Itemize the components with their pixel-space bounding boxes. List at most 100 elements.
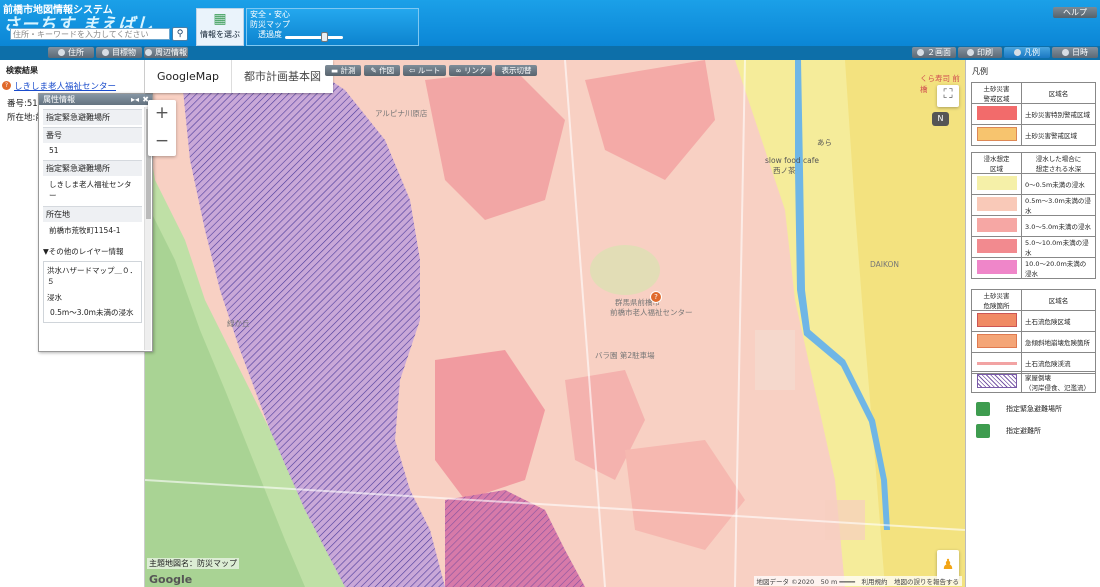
flood-row: 5.0～10.0m未満の浸水 xyxy=(1021,236,1096,258)
flood-legend-table: 浸水想定 区域 浸水した場合に 想定される水深 0～0.5m未満の浸水 0.5m～… xyxy=(971,152,1096,279)
measure-label: 計測 xyxy=(340,66,356,75)
compass-icon[interactable]: N xyxy=(932,112,949,126)
minimize-icon[interactable]: ▸◂ xyxy=(131,94,139,105)
map-canvas[interactable] xyxy=(145,60,965,587)
search-button[interactable]: ⚲ xyxy=(172,27,188,41)
route-button[interactable]: ⇦ ルート xyxy=(403,65,447,76)
layer-name: 洪水ハザードマップ＿０．５ xyxy=(47,266,137,286)
attribute-popup-title: 属性情報 xyxy=(43,95,75,104)
facility-type: 指定緊急避難場所 xyxy=(43,109,142,125)
other-layers-toggle[interactable]: ▼その他のレイヤー情報 xyxy=(43,246,142,257)
main-toolbar: 住所 目標物 周辺情報 ２画面 印刷 凡例 日時 xyxy=(0,46,1100,60)
label-number: 番号 xyxy=(43,127,142,143)
tab-city-plan-map[interactable]: 都市計画基本図 xyxy=(231,60,333,93)
link-icon: ∞ xyxy=(455,66,464,75)
print-button[interactable]: 印刷 xyxy=(958,47,1002,58)
landmark-label: 目標物 xyxy=(112,48,136,57)
map-view[interactable]: GoogleMap 都市計画基本図 ▬ 計測 ✎ 作図 ⇦ ルート ∞ リンク … xyxy=(145,60,965,587)
zoom-control: + − xyxy=(148,100,176,156)
tab-google-map[interactable]: GoogleMap xyxy=(145,60,231,93)
swatch-stream xyxy=(976,362,1017,365)
flood-header-1: 浸水想定 区域 xyxy=(971,152,1022,174)
nearby-label: 周辺情報 xyxy=(155,48,187,57)
fullscreen-button[interactable]: ⛶ xyxy=(937,85,959,107)
hazard-header-2: 区域名 xyxy=(1021,289,1096,311)
two-screen-button[interactable]: ２画面 xyxy=(912,47,956,58)
display-toggle-button[interactable]: 表示切替 xyxy=(495,65,538,76)
route-icon: ⇦ xyxy=(409,66,418,75)
link-label: リンク xyxy=(463,66,487,75)
hazard-legend-table: 土砂災害 危険箇所 区域名 土石流危険区域 急傾斜地崩壊危険箇所 土石流危険渓流 xyxy=(971,289,1096,374)
theme-map-name: 主題地図名：防災マップ xyxy=(147,558,239,569)
print-icon xyxy=(967,49,974,56)
nearby-info-button[interactable]: 周辺情報 xyxy=(144,47,188,58)
sediment-row-2: 土砂災害警戒区域 xyxy=(1021,124,1096,146)
search-input[interactable]: 住所・キーワードを入力してください xyxy=(10,28,170,40)
hazard-row: 土石流危険区域 xyxy=(1021,310,1096,332)
print-label: 印刷 xyxy=(977,48,993,57)
link-button[interactable]: ∞ リンク xyxy=(449,65,493,76)
map-label: slow food cafe xyxy=(765,156,820,165)
datetime-label: 日時 xyxy=(1072,48,1088,57)
map-label: 前橋市老人福祉センター xyxy=(610,308,693,317)
opacity-slider-track[interactable] xyxy=(285,36,343,39)
info-select-button[interactable]: ▦ 情報を選ぶ xyxy=(196,8,244,46)
sediment-header-2: 区域名 xyxy=(1021,82,1096,104)
map-label: DAIKON xyxy=(870,260,900,269)
address-search-button[interactable]: 住所 xyxy=(48,47,94,58)
draw-label: 作図 xyxy=(379,66,395,75)
evacuation-site-icon: ? xyxy=(2,81,11,90)
flood-row: 10.0～20.0m未満の浸水 xyxy=(1021,257,1096,279)
map-label: あら xyxy=(817,138,832,147)
swatch-flood-4 xyxy=(976,260,1017,274)
measure-button[interactable]: ▬ 計測 xyxy=(325,65,362,76)
map-label: バラ園 第2駐車場 xyxy=(595,351,655,360)
legend-toggle-label: 凡例 xyxy=(1024,48,1040,57)
attribute-info-popup[interactable]: 属性情報 ▸◂ ✖ 指定緊急避難場所 番号 51 指定緊急避難場所 しきしま老人… xyxy=(38,93,153,352)
theme-panel[interactable]: 安全・安心 防災マップ 透過度 xyxy=(246,8,419,46)
zoom-out-button[interactable]: − xyxy=(148,128,176,156)
house-collapse-label: 家屋倒壊 （河岸侵食、氾濫流） xyxy=(1021,371,1096,393)
result-link[interactable]: しきしま老人福祉センター xyxy=(14,80,116,92)
opacity-slider-handle[interactable] xyxy=(321,32,328,42)
map-tools: ▬ 計測 ✎ 作図 ⇦ ルート ∞ リンク 表示切替 xyxy=(325,65,538,77)
map-source-tabs: GoogleMap 都市計画基本図 xyxy=(145,60,334,93)
legend-toggle-button[interactable]: 凡例 xyxy=(1004,47,1050,58)
emergency-evacuation-label: 指定緊急避難場所 xyxy=(1006,405,1062,413)
hazard-header-1: 土砂災害 危険箇所 xyxy=(971,289,1022,311)
google-logo: Google xyxy=(149,573,193,586)
layer-info-box: 洪水ハザードマップ＿０．５ 浸水 0.5m～3.0m未満の浸水 xyxy=(43,261,142,323)
emergency-evacuation-icon xyxy=(976,402,990,416)
legend-icon xyxy=(1014,49,1021,56)
value-number: 51 xyxy=(49,146,59,155)
landmark-icon xyxy=(102,49,109,56)
address-icon xyxy=(58,49,65,56)
swatch-collapse xyxy=(976,374,1017,388)
collapse-legend-table: 家屋倒壊 （河岸侵食、氾濫流） xyxy=(971,371,1096,393)
datetime-button[interactable]: 日時 xyxy=(1052,47,1098,58)
landmark-search-button[interactable]: 目標物 xyxy=(96,47,142,58)
swatch-flood-0 xyxy=(976,176,1017,190)
draw-button[interactable]: ✎ 作図 xyxy=(364,65,401,76)
swatch-flood-2 xyxy=(976,218,1017,232)
label-flood: 浸水 xyxy=(47,293,62,302)
flood-header-2: 浸水した場合に 想定される水深 xyxy=(1021,152,1096,174)
sediment-header-1: 土砂災害 警戒区域 xyxy=(971,82,1022,104)
address-label: 住所 xyxy=(68,48,84,57)
hazard-row: 急傾斜地崩壊危険箇所 xyxy=(1021,331,1096,353)
search-icon: ⚲ xyxy=(176,29,184,39)
swatch-flood-3 xyxy=(976,239,1017,253)
route-label: ルート xyxy=(417,66,441,75)
map-label: 西ノ茶 xyxy=(773,166,796,175)
value-address: 前橋市荒牧町1154-1 xyxy=(49,226,121,235)
flood-row: 0～0.5m未満の浸水 xyxy=(1021,173,1096,195)
clock-icon xyxy=(1062,49,1069,56)
attribute-popup-header: 属性情報 ▸◂ ✖ xyxy=(39,94,152,105)
zoom-in-button[interactable]: + xyxy=(148,100,176,128)
help-button[interactable]: ヘルプ xyxy=(1053,7,1097,18)
result-number: 番号:51 xyxy=(7,99,38,109)
app-header: 前橋市地図情報システム さーちす まえばし 住所・キーワードを入力してください … xyxy=(0,0,1100,46)
two-screen-icon xyxy=(917,49,924,56)
evacuation-site-marker[interactable]: ? xyxy=(650,291,662,303)
legend-title: 凡例 xyxy=(972,67,988,76)
